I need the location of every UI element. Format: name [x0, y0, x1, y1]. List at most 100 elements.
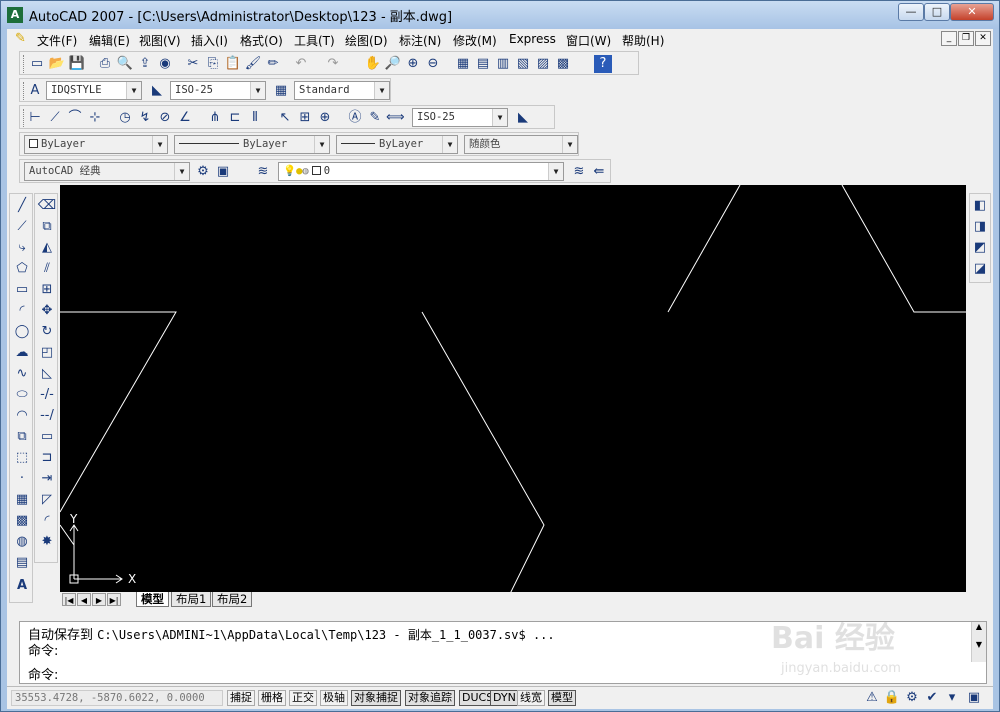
- undo-icon[interactable]: ↶: [292, 55, 310, 73]
- revision-cloud-icon[interactable]: ☁: [12, 343, 32, 363]
- chamfer-icon[interactable]: ◸: [37, 490, 57, 510]
- chevron-down-icon[interactable]: ▼: [174, 163, 189, 180]
- save-icon[interactable]: 💾: [68, 55, 86, 73]
- dim-style-select[interactable]: ISO-25 ▼: [170, 81, 266, 100]
- mirror-icon[interactable]: ◭: [37, 238, 57, 258]
- dimension-text-edit-icon[interactable]: ✎: [366, 109, 384, 127]
- menu-edit[interactable]: 编辑(E): [89, 32, 130, 49]
- color-select[interactable]: ByLayer ▼: [24, 135, 168, 154]
- workspace-settings-icon[interactable]: ⚙: [194, 163, 212, 181]
- polygon-icon[interactable]: ⬠: [12, 259, 32, 279]
- trim-icon[interactable]: -/-: [37, 385, 57, 405]
- region-icon[interactable]: ◍: [12, 532, 32, 552]
- menu-window[interactable]: 窗口(W): [566, 32, 611, 49]
- dimension-style-select[interactable]: ISO-25 ▼: [412, 108, 508, 127]
- workspace-save-icon[interactable]: ▣: [214, 163, 232, 181]
- chevron-down-icon[interactable]: ▼: [250, 82, 265, 99]
- diameter-dimension-icon[interactable]: ⊘: [156, 109, 174, 127]
- design-center-icon[interactable]: ▤: [474, 55, 492, 73]
- chevron-down-icon[interactable]: ▼: [562, 136, 577, 153]
- make-layer-current-icon[interactable]: ≋: [570, 163, 588, 181]
- join-icon[interactable]: ⇥: [37, 469, 57, 489]
- publish-icon[interactable]: ⇪: [136, 55, 154, 73]
- polar-toggle[interactable]: 极轴: [320, 690, 348, 706]
- angular-dimension-icon[interactable]: ∠: [176, 109, 194, 127]
- tab-model[interactable]: 模型: [136, 592, 169, 607]
- lineweight-toggle[interactable]: 线宽: [517, 690, 545, 706]
- redo-icon[interactable]: ↷: [324, 55, 342, 73]
- chevron-down-icon[interactable]: ▼: [152, 136, 167, 153]
- menu-draw[interactable]: 绘图(D): [345, 32, 388, 49]
- rotate-icon[interactable]: ↻: [37, 322, 57, 342]
- point-icon[interactable]: ·: [12, 469, 32, 489]
- drawing-canvas[interactable]: X Y: [60, 185, 966, 606]
- help-icon[interactable]: ?: [594, 55, 612, 73]
- properties-icon[interactable]: ▦: [454, 55, 472, 73]
- paste-icon[interactable]: 📋: [224, 55, 242, 73]
- zoom-realtime-icon[interactable]: 🔎: [384, 55, 402, 73]
- calculator-icon[interactable]: ▩: [554, 55, 572, 73]
- first-tab-icon[interactable]: |◀: [62, 593, 76, 606]
- continue-dimension-icon[interactable]: ⫴: [246, 109, 264, 127]
- menu-modify[interactable]: 修改(M): [453, 32, 497, 49]
- model-toggle[interactable]: 模型: [548, 690, 576, 706]
- menu-tools[interactable]: 工具(T): [294, 32, 335, 49]
- ellipse-arc-icon[interactable]: ◠: [12, 406, 32, 426]
- polyline-icon[interactable]: ⤷: [12, 238, 32, 258]
- otrack-toggle[interactable]: 对象追踪: [405, 690, 455, 706]
- snap-toggle[interactable]: 捕捉: [227, 690, 255, 706]
- chevron-down-icon[interactable]: ▼: [374, 82, 389, 99]
- zoom-window-icon[interactable]: ⊕: [404, 55, 422, 73]
- construction-line-icon[interactable]: ⟋: [12, 217, 32, 237]
- previous-tab-icon[interactable]: ◀: [77, 593, 91, 606]
- spline-icon[interactable]: ∿: [12, 364, 32, 384]
- layer-select[interactable]: 💡●◍ 0 ▼: [278, 162, 564, 181]
- zoom-previous-icon[interactable]: ⊖: [424, 55, 442, 73]
- chevron-down-icon[interactable]: ▼: [442, 136, 457, 153]
- dimension-edit-icon[interactable]: Ⓐ: [346, 109, 364, 127]
- break-icon[interactable]: ⊐: [37, 448, 57, 468]
- arc-icon[interactable]: ◜: [12, 301, 32, 321]
- arc-length-icon[interactable]: ⌒: [66, 109, 84, 127]
- bring-above-icon[interactable]: ◩: [970, 238, 990, 258]
- menu-file[interactable]: 文件(F): [37, 32, 77, 49]
- array-icon[interactable]: ⊞: [37, 280, 57, 300]
- offset-icon[interactable]: ⫽: [37, 259, 57, 279]
- linetype-select[interactable]: ByLayer ▼: [174, 135, 330, 154]
- tab-layout2[interactable]: 布局2: [212, 592, 253, 607]
- command-input-prompt[interactable]: 命令:: [28, 664, 58, 683]
- send-under-icon[interactable]: ◪: [970, 259, 990, 279]
- lock-icon[interactable]: 🔒: [883, 689, 901, 707]
- close-button[interactable]: ✕: [950, 3, 994, 21]
- plot-icon[interactable]: ⎙: [96, 55, 114, 73]
- extend-icon[interactable]: --/: [37, 406, 57, 426]
- chevron-down-icon[interactable]: ▼: [314, 136, 329, 153]
- insert-block-icon[interactable]: ⧉: [12, 427, 32, 447]
- radius-dimension-icon[interactable]: ◷: [116, 109, 134, 127]
- grid-toggle[interactable]: 栅格: [258, 690, 286, 706]
- status-menu-icon[interactable]: ▾: [943, 689, 961, 707]
- copy-object-icon[interactable]: ⧉: [37, 217, 57, 237]
- plot-preview-icon[interactable]: 🔍: [116, 55, 134, 73]
- layer-previous-icon[interactable]: ⇚: [590, 163, 608, 181]
- cut-icon[interactable]: ✂: [184, 55, 202, 73]
- coordinate-readout[interactable]: 35553.4728, -5870.6022, 0.0000: [11, 690, 223, 706]
- osnap-toggle[interactable]: 对象捕捉: [351, 690, 401, 706]
- copy-icon[interactable]: ⎘: [204, 55, 222, 73]
- chevron-down-icon[interactable]: ▼: [492, 109, 507, 126]
- dimension-update-icon[interactable]: ⟺: [386, 109, 405, 127]
- tray-settings-icon[interactable]: ⚙: [903, 689, 921, 707]
- new-icon[interactable]: ▭: [28, 55, 46, 73]
- open-icon[interactable]: 📂: [48, 55, 66, 73]
- maximize-button[interactable]: □: [924, 3, 950, 21]
- communication-center-icon[interactable]: ⚠: [863, 689, 881, 707]
- toolbar-grip[interactable]: [23, 55, 26, 73]
- scale-icon[interactable]: ◰: [37, 343, 57, 363]
- baseline-dimension-icon[interactable]: ⊏: [226, 109, 244, 127]
- lineweight-select[interactable]: ByLayer ▼: [336, 135, 458, 154]
- quick-leader-icon[interactable]: ↖: [276, 109, 294, 127]
- menu-insert[interactable]: 插入(I): [191, 32, 228, 49]
- center-mark-icon[interactable]: ⊕: [316, 109, 334, 127]
- tolerance-icon[interactable]: ⊞: [296, 109, 314, 127]
- stretch-icon[interactable]: ◺: [37, 364, 57, 384]
